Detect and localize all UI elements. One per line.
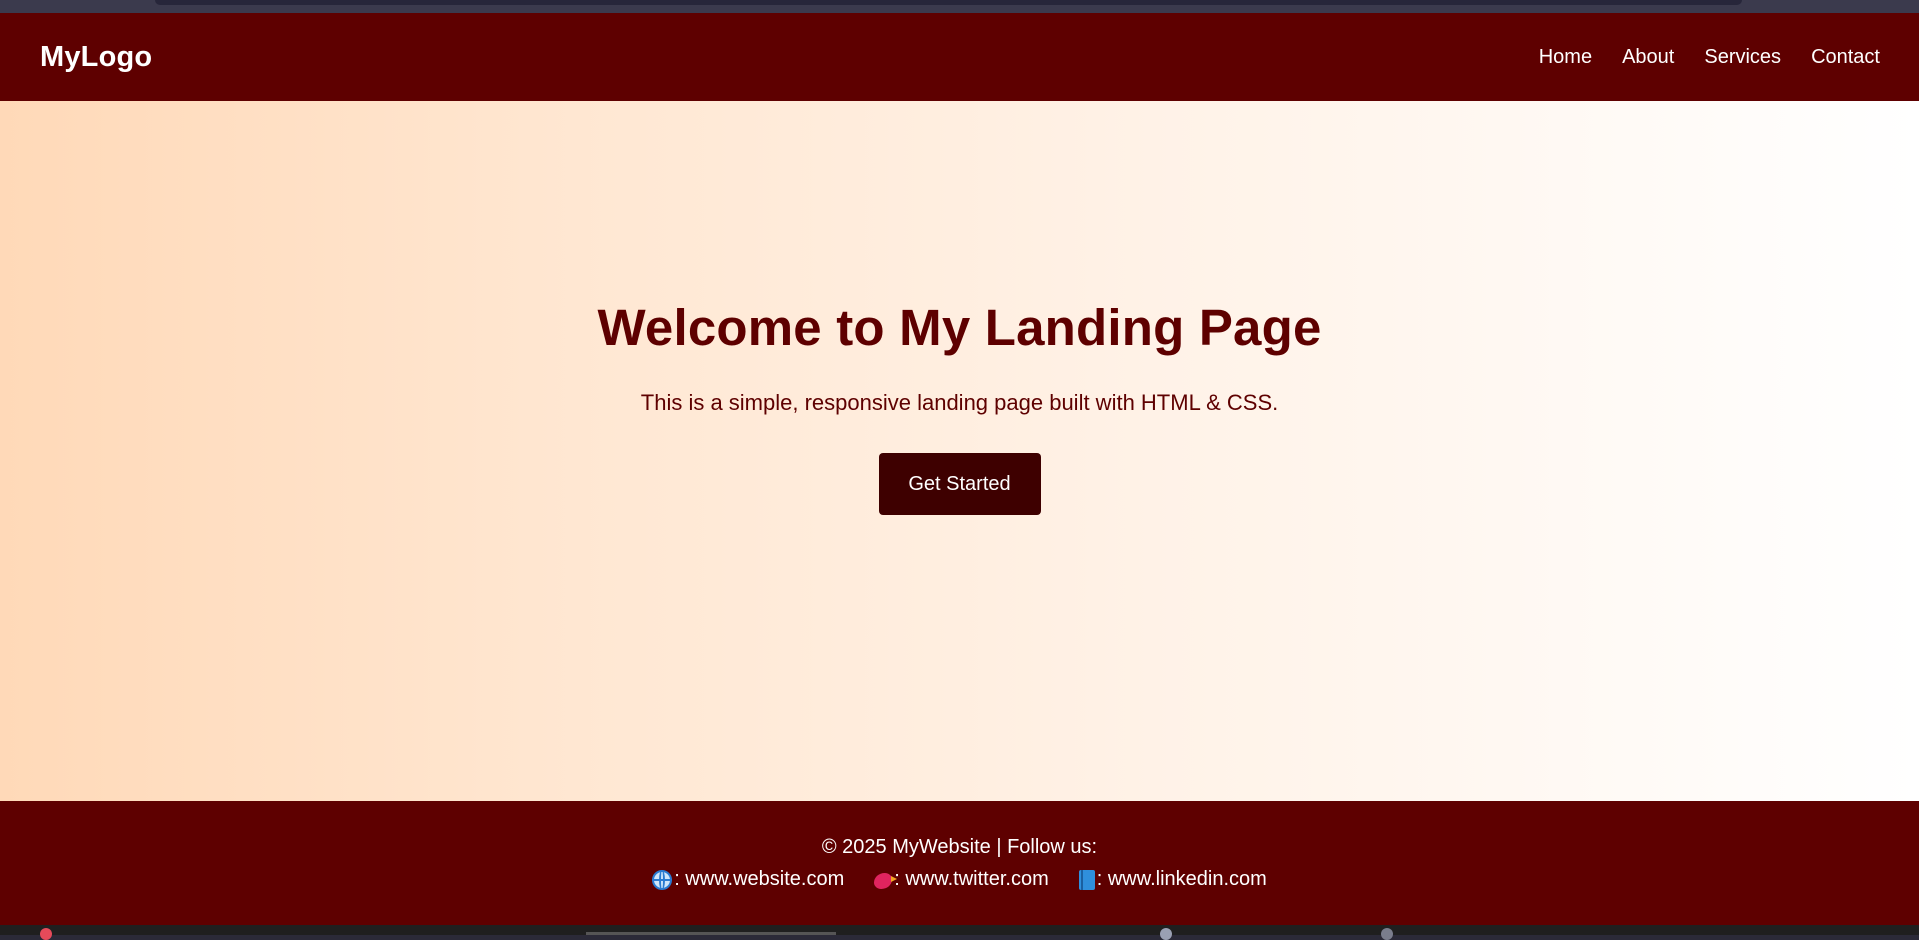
browser-address-bar-edge bbox=[155, 0, 1742, 5]
main-nav: Home About Services Contact bbox=[1539, 46, 1880, 69]
nav-contact-link[interactable]: Contact bbox=[1811, 46, 1880, 69]
globe-icon bbox=[652, 869, 673, 890]
footer-copyright: © 2025 MyWebsite | Follow us: bbox=[821, 836, 1098, 858]
os-taskbar bbox=[0, 925, 1919, 940]
hero-title: Welcome to My Landing Page bbox=[597, 299, 1322, 356]
site-logo[interactable]: MyLogo bbox=[40, 41, 152, 74]
footer-website-link[interactable]: : www.website.com bbox=[652, 868, 844, 891]
nav-about-link[interactable]: About bbox=[1622, 46, 1674, 69]
bird-icon bbox=[874, 873, 898, 889]
taskbar-app-icon[interactable] bbox=[1381, 928, 1393, 940]
get-started-button[interactable]: Get Started bbox=[878, 453, 1041, 515]
taskbar-app-icon[interactable] bbox=[1160, 928, 1172, 940]
footer-linkedin-text: : www.linkedin.com bbox=[1096, 868, 1267, 890]
nav-services-link[interactable]: Services bbox=[1704, 46, 1781, 69]
browser-top-strip bbox=[0, 0, 1919, 13]
footer-twitter-text: : www.twitter.com bbox=[894, 868, 1049, 890]
nav-home-link[interactable]: Home bbox=[1539, 46, 1592, 69]
footer-linkedin-link[interactable]: : www.linkedin.com bbox=[1078, 868, 1267, 891]
footer-twitter-link[interactable]: : www.twitter.com bbox=[874, 868, 1049, 891]
site-header: MyLogo Home About Services Contact bbox=[0, 13, 1919, 101]
hero-subtitle: This is a simple, responsive landing pag… bbox=[640, 390, 1279, 415]
footer-website-text: : www.website.com bbox=[674, 868, 845, 890]
hero-section: Welcome to My Landing Page This is a sim… bbox=[0, 101, 1919, 801]
book-icon bbox=[1078, 869, 1095, 890]
footer-social-links: : www.website.com : www.twitter.com : ww… bbox=[0, 868, 1919, 891]
taskbar-app-icon[interactable] bbox=[40, 928, 52, 940]
site-footer: © 2025 MyWebsite | Follow us: : www.webs… bbox=[0, 801, 1919, 925]
